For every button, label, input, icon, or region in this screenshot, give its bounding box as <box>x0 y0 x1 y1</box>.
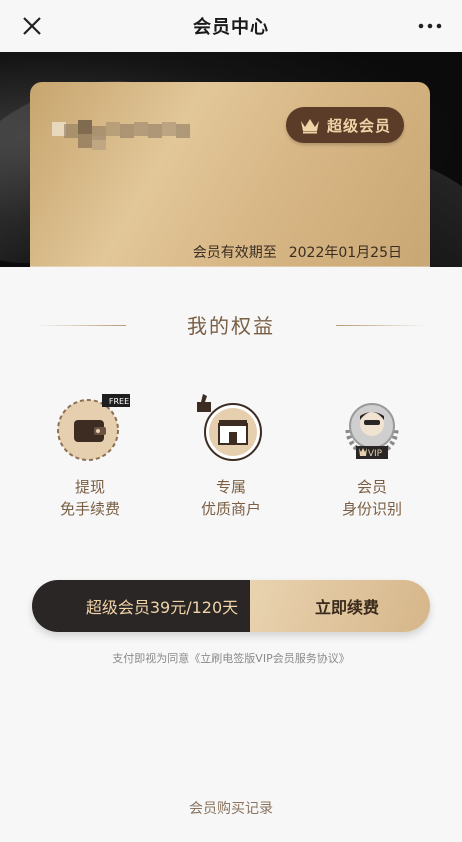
expiry-info: 会员有效期至 2022年01月25日 <box>193 242 402 262</box>
vip-avatar-icon: VIP <box>345 403 399 459</box>
super-member-badge: 超级会员 <box>286 107 404 143</box>
benefit-identity[interactable]: VIP 会员 身份识别 <box>312 390 432 520</box>
purchase-records-link[interactable]: 会员购买记录 <box>0 798 462 818</box>
badge-label: 超级会员 <box>326 116 391 135</box>
crown-icon <box>300 119 319 134</box>
close-icon[interactable] <box>18 12 46 40</box>
renew-button[interactable]: 立即续费 <box>250 580 430 632</box>
vip-tag: VIP <box>368 449 383 459</box>
divider-line <box>336 325 426 326</box>
blurred-username <box>52 114 212 150</box>
agreement-text[interactable]: 支付即视为同意《立刷电签版VIP会员服务协议》 <box>0 650 462 666</box>
benefit-merchant[interactable]: 专属 优质商户 <box>171 390 291 520</box>
page-title: 会员中心 <box>193 17 269 38</box>
membership-hero: 超级会员 会员有效期至 2022年01月25日 <box>0 52 462 267</box>
benefit-title: 会员 <box>356 478 387 496</box>
purchase-bar: 超级会员39元/120天 立即续费 <box>32 580 430 632</box>
benefit-withdraw[interactable]: FREE 提现 免手续费 <box>30 390 150 520</box>
benefit-subtitle: 优质商户 <box>200 500 261 518</box>
membership-card: 超级会员 会员有效期至 2022年01月25日 <box>30 82 430 267</box>
benefit-subtitle: 免手续费 <box>59 500 120 518</box>
benefit-subtitle: 身份识别 <box>341 500 402 518</box>
free-tag: FREE <box>109 397 129 406</box>
more-icon[interactable] <box>416 16 444 36</box>
store-icon <box>197 394 262 461</box>
expiry-label: 会员有效期至 <box>192 245 277 261</box>
benefit-title: 提现 <box>74 478 105 496</box>
expiry-date: 2022年01月25日 <box>288 245 402 261</box>
benefit-title: 专属 <box>215 478 246 496</box>
top-bar: 会员中心 <box>0 0 462 52</box>
wallet-icon: FREE <box>57 394 130 461</box>
